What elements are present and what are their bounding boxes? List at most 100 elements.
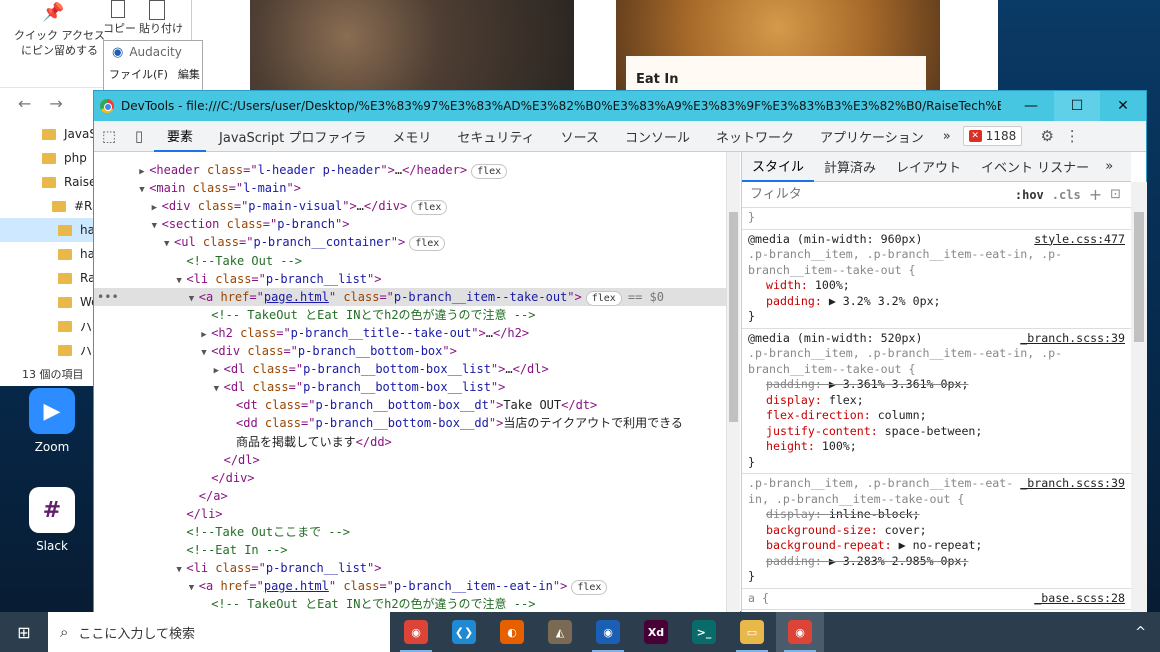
dom-node-line[interactable]: ▼ <li class="p-branch__list"> [94, 559, 726, 577]
forward-arrow-icon[interactable]: → [49, 94, 62, 113]
taskbar-chrome-active-button[interactable]: ◉ [776, 612, 824, 652]
taskbar-adobe-xd-button[interactable]: Xd [632, 612, 680, 652]
close-button[interactable]: ✕ [1100, 91, 1146, 121]
rule-source-link[interactable]: _base.scss:28 [1034, 591, 1125, 607]
css-declaration[interactable]: justify-content: space-between; [748, 424, 1125, 440]
scrollbar-thumb[interactable] [729, 212, 738, 422]
error-count-badge[interactable]: ✕ 1188 [962, 126, 1023, 146]
pin-quick-access-button[interactable]: クイック アクセス にピン留めする [14, 28, 105, 58]
property-value[interactable]: ▶ 3.283% 2.985% 0px; [829, 554, 969, 568]
property-value[interactable]: 100%; [815, 278, 850, 292]
property-value[interactable]: ▶ 3.2% 3.2% 0px; [829, 294, 941, 308]
property-value[interactable]: ▶ no-repeat; [899, 538, 983, 552]
paste-button[interactable]: 貼り付け [139, 0, 183, 36]
tab-computed[interactable]: 計算済み [814, 152, 886, 182]
dom-node-line[interactable]: <!-- TakeOut とEat INとでh2の色が違うので注意 --> [94, 595, 726, 613]
toggle-sidebar-icon[interactable]: ⊡ [1110, 187, 1121, 202]
tab-js-profiler[interactable]: JavaScript プロファイラ [206, 121, 379, 152]
dom-node-line[interactable]: <!-- TakeOut とEat INとでh2の色が違うので注意 --> [94, 306, 726, 324]
back-arrow-icon[interactable]: ← [18, 94, 31, 113]
rule-source-link[interactable]: _branch.scss:39 [1020, 331, 1125, 347]
dom-node-line[interactable]: ▶ <div class="p-main-visual">…</div> flex [94, 197, 726, 216]
tab-application[interactable]: アプリケーション [807, 121, 937, 152]
taskbar-firefox-button[interactable]: ◐ [488, 612, 536, 652]
hov-toggle[interactable]: :hov [1015, 188, 1044, 202]
dom-node-line[interactable]: <dt class="p-branch__bottom-box__dt">Tak… [94, 396, 726, 414]
property-name[interactable]: background-size [766, 523, 871, 537]
css-declaration[interactable]: display: flex; [748, 393, 1125, 409]
tab-sources[interactable]: ソース [548, 121, 612, 152]
property-name[interactable]: flex-direction [766, 408, 864, 422]
audacity-window[interactable]: ◉ Audacity ファイル(F) 編集 [103, 40, 203, 92]
dom-node-line[interactable]: </dl> [94, 451, 726, 469]
property-value[interactable]: space-between; [885, 424, 983, 438]
dom-node-line[interactable] [94, 152, 726, 161]
css-rule[interactable]: _branch.scss:39 @media (min-width: 520px)… [742, 329, 1131, 474]
tab-memory[interactable]: メモリ [379, 121, 444, 152]
property-name[interactable]: height [766, 439, 808, 453]
dom-node-line[interactable]: ▼ <li class="p-branch__list"> [94, 270, 726, 288]
tab-security[interactable]: セキュリティ [444, 121, 547, 152]
tab-network[interactable]: ネットワーク [703, 121, 807, 152]
dom-node-line[interactable]: ▼ <section class="p-branch"> [94, 215, 726, 233]
property-name[interactable]: display [766, 507, 815, 521]
taskbar-vscode-button[interactable]: ❮❯ [440, 612, 488, 652]
css-declaration[interactable]: padding: ▶ 3.2% 3.2% 0px; [748, 294, 1125, 310]
property-name[interactable]: padding [766, 294, 815, 308]
slack-desktop-icon[interactable]: # Slack [17, 487, 87, 553]
flex-badge[interactable]: flex [409, 236, 446, 252]
cls-toggle[interactable]: .cls [1052, 188, 1081, 202]
css-declaration[interactable]: background-size: cover; [748, 523, 1125, 539]
elements-scrollbar[interactable] [726, 152, 740, 613]
css-declaration[interactable]: width: 100%; [748, 278, 1125, 294]
taskbar-file-explorer-button[interactable]: ▭ [728, 612, 776, 652]
css-declaration[interactable]: padding: ▶ 3.283% 2.985% 0px; [748, 554, 1125, 570]
scrollbar-thumb[interactable] [1134, 212, 1144, 342]
dom-node-line[interactable]: ▼ <div class="p-branch__bottom-box"> [94, 342, 726, 360]
styles-scrollbar[interactable] [1131, 182, 1147, 613]
dom-node-line[interactable]: </li> [94, 505, 726, 523]
tray-chevron-icon[interactable]: ^ [1135, 625, 1160, 640]
taskbar-audacity-button[interactable]: ◉ [584, 612, 632, 652]
css-rule[interactable]: style.css:477 @media (min-width: 960px) .p… [742, 230, 1131, 329]
maximize-button[interactable]: ☐ [1054, 91, 1100, 121]
property-name[interactable]: padding [766, 554, 815, 568]
css-declaration[interactable]: background-repeat: ▶ no-repeat; [748, 538, 1125, 554]
dom-node-line[interactable]: ▶ <dl class="p-branch__bottom-box__list">… [94, 360, 726, 378]
zoom-desktop-icon[interactable]: ▶ Zoom [17, 388, 87, 454]
property-value[interactable]: inline-block; [829, 507, 920, 521]
property-value[interactable]: column; [878, 408, 927, 422]
property-name[interactable]: display [766, 393, 815, 407]
copy-button[interactable]: コピー [103, 0, 136, 36]
tab-layout[interactable]: レイアウト [886, 152, 971, 182]
property-value[interactable]: cover; [885, 523, 927, 537]
settings-gear-icon[interactable]: ⚙ [1032, 121, 1062, 152]
dom-node-line[interactable]: </div> [94, 469, 726, 487]
dom-node-line[interactable]: ▼ <dl class="p-branch__bottom-box__list"> [94, 378, 726, 396]
dom-node-line[interactable]: 商品を掲載しています</dd> [94, 433, 726, 451]
dom-node-line[interactable]: <!--Eat In --> [94, 541, 726, 559]
property-name[interactable]: width [766, 278, 801, 292]
device-toolbar-icon[interactable]: ▯ [124, 121, 154, 152]
flex-badge[interactable]: flex [571, 580, 608, 596]
css-declaration[interactable]: display: inline-block; [748, 507, 1125, 523]
css-declaration[interactable]: flex-direction: column; [748, 408, 1125, 424]
more-options-icon[interactable]: ••• [97, 288, 119, 306]
css-rule[interactable]: _branch.scss:39 .p-branch__item, .p-branc… [742, 474, 1131, 589]
dom-node-line[interactable]: </a> [94, 487, 726, 505]
dom-node-line[interactable]: <!--Take Outここまで --> [94, 523, 726, 541]
dom-node-line[interactable]: ▼ <main class="l-main"> [94, 179, 726, 197]
taskbar-search[interactable]: ⌕ ここに入力して検索 [48, 612, 390, 652]
tab-console[interactable]: コンソール [612, 121, 703, 152]
property-name[interactable]: padding [766, 377, 815, 391]
menu-edit[interactable]: 編集 [178, 66, 200, 82]
taskbar-gimp-button[interactable]: ◭ [536, 612, 584, 652]
rule-source-link[interactable]: _branch.scss:39 [1020, 476, 1125, 492]
tab-styles[interactable]: スタイル [742, 152, 815, 182]
menu-file[interactable]: ファイル(F) [109, 66, 168, 82]
styles-filter-input[interactable] [750, 187, 970, 202]
property-name[interactable]: background-repeat [766, 538, 885, 552]
dom-node-line[interactable]: <!--Take Out --> [94, 252, 726, 270]
taskbar-chrome-button[interactable]: ◉ [392, 612, 440, 652]
dom-node-line[interactable]: ••• ▼ <a href="page.html" class="p-branch_… [94, 287, 726, 306]
